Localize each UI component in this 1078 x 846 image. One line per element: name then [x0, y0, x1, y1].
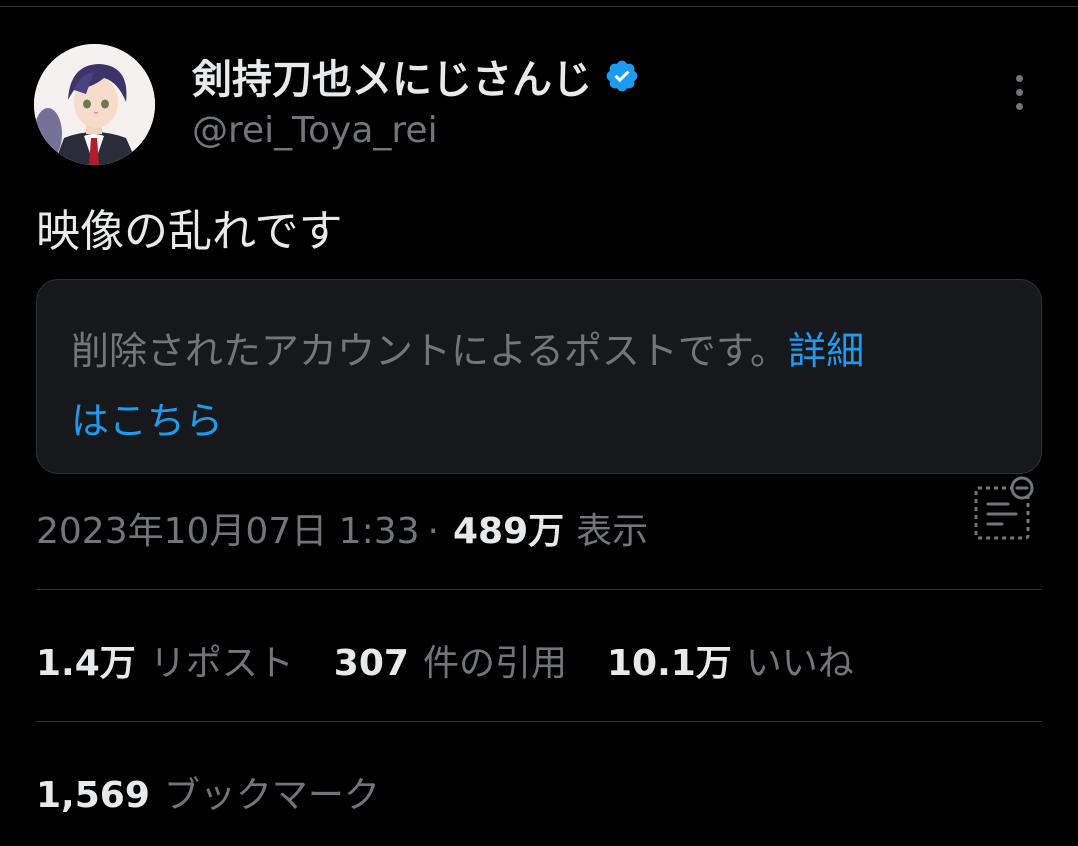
divider	[36, 721, 1042, 722]
quotes-stat[interactable]: 307 件の引用	[334, 634, 567, 686]
quoted-post-notice-text: 削除されたアカウントによるポストです。	[71, 329, 789, 373]
reposts-stat[interactable]: 1.4万 リポスト	[36, 634, 294, 686]
views-label: 表示	[576, 511, 649, 552]
likes-count: 10.1万	[606, 643, 732, 684]
author-handle[interactable]: @rei_Toya_rei	[192, 110, 438, 151]
tweet-timestamp[interactable]: 2023年10月07日 1:33	[36, 502, 420, 554]
details-link-part1[interactable]: 詳細	[788, 329, 864, 373]
post-analytics-icon[interactable]	[972, 474, 1036, 542]
bookmarks-count: 1,569	[36, 775, 150, 816]
author-display-name[interactable]: 剣持刀也〤にじさんじ	[192, 47, 592, 105]
reposts-count: 1.4万	[36, 643, 136, 684]
reposts-label: リポスト	[149, 643, 294, 684]
more-dot	[1015, 74, 1023, 82]
engagement-stats: 1.4万 リポスト 307 件の引用 10.1万 いいね	[36, 634, 854, 686]
more-dot	[1015, 88, 1023, 96]
quoted-post-notice: 削除されたアカウントによるポストです。詳細	[71, 320, 864, 375]
more-options-icon[interactable]	[1004, 70, 1034, 114]
author-name-row[interactable]: 剣持刀也〤にじさんじ	[192, 47, 640, 105]
tweet-meta: 2023年10月07日 1:33 · 489万 表示	[36, 502, 648, 554]
likes-label: いいね	[745, 643, 854, 684]
quotes-count: 307	[333, 643, 409, 684]
bookmarks-row: 1,569 ブックマーク	[36, 766, 380, 818]
divider	[36, 589, 1042, 590]
bookmarks-label: ブックマーク	[163, 775, 380, 816]
avatar[interactable]	[34, 44, 155, 165]
likes-stat[interactable]: 10.1万 いいね	[607, 634, 854, 686]
meta-separator: ·	[427, 511, 439, 552]
verified-badge-icon	[604, 58, 640, 94]
top-divider	[0, 6, 1078, 7]
more-dot	[1015, 102, 1023, 110]
tweet-text: 映像の乱れです	[36, 206, 343, 257]
views-count: 489万	[452, 511, 565, 552]
bookmarks-stat[interactable]: 1,569 ブックマーク	[36, 766, 380, 818]
details-link-part2[interactable]: はこちら	[71, 390, 223, 445]
avatar-portrait-icon	[34, 44, 155, 165]
quotes-label: 件の引用	[422, 643, 567, 684]
quoted-post-card: 削除されたアカウントによるポストです。詳細 はこちら	[36, 279, 1042, 474]
